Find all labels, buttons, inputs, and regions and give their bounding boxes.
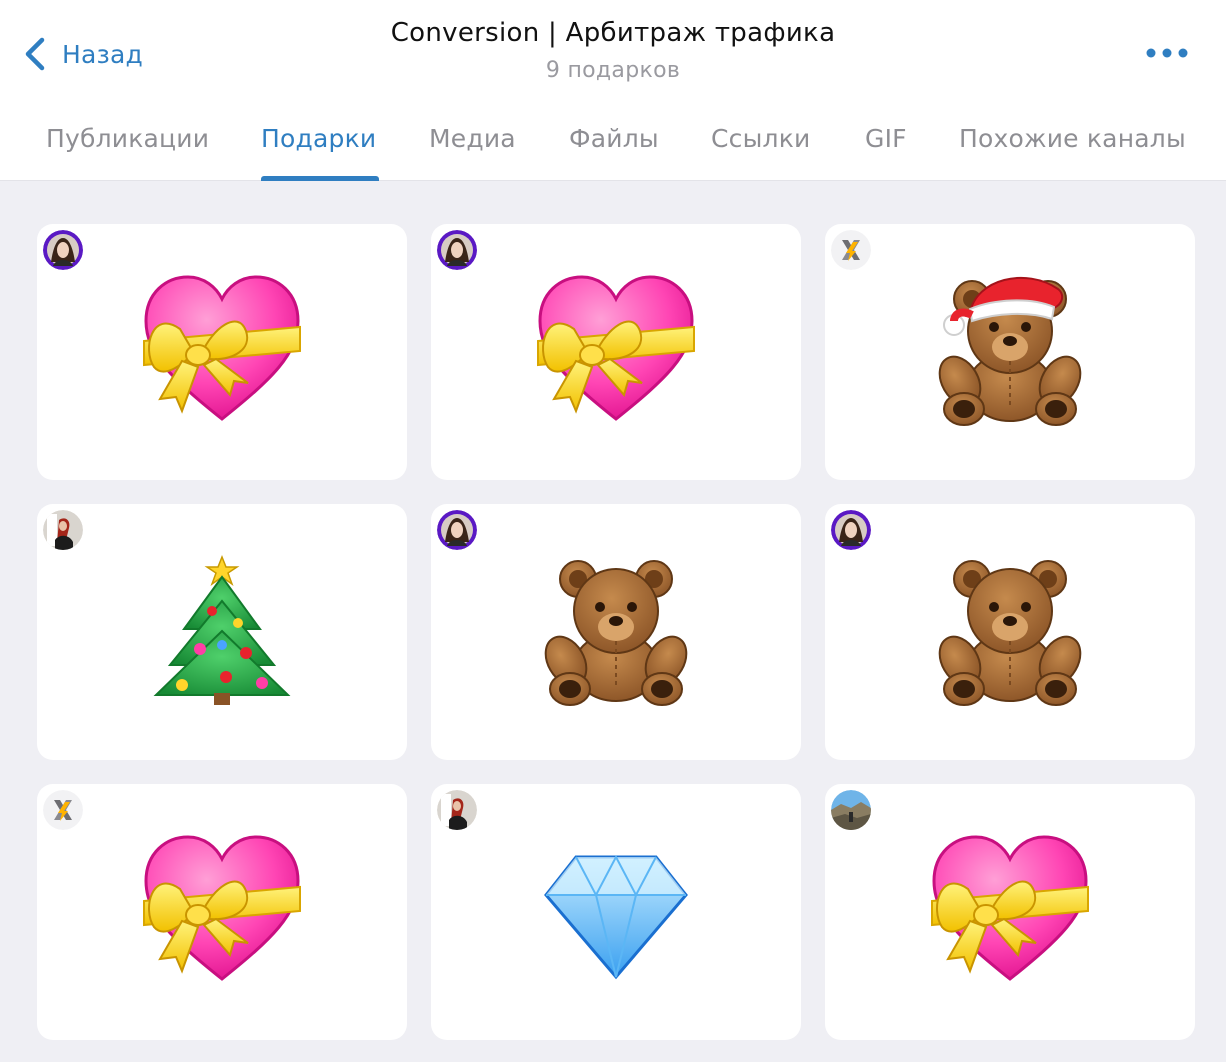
tab-files[interactable]: Файлы xyxy=(569,124,659,153)
gift-count: 9 подарков xyxy=(545,58,681,83)
diamond-icon xyxy=(536,829,696,989)
tab-publications[interactable]: Публикации xyxy=(46,124,209,153)
active-tab-indicator xyxy=(261,176,379,181)
gift-card[interactable] xyxy=(37,224,407,480)
gift-card[interactable] xyxy=(431,504,801,760)
sender-avatar xyxy=(437,510,477,550)
channel-title: Conversion | Арбитраж трафика xyxy=(390,18,836,48)
heart-with-ribbon-icon xyxy=(536,269,696,429)
gift-card[interactable] xyxy=(431,784,801,1040)
tab-similar-channels[interactable]: Похожие каналы xyxy=(959,124,1186,153)
sender-avatar xyxy=(43,790,83,830)
tab-links[interactable]: Ссылки xyxy=(711,124,810,153)
sender-avatar xyxy=(831,790,871,830)
gift-card[interactable] xyxy=(825,504,1195,760)
gift-card[interactable] xyxy=(37,504,407,760)
tab-bar: Публикации Подарки Медиа Файлы Ссылки GI… xyxy=(0,112,1226,181)
more-options-button[interactable] xyxy=(1142,38,1192,68)
heart-with-ribbon-icon xyxy=(930,829,1090,989)
heart-with-ribbon-icon xyxy=(142,269,302,429)
sender-avatar xyxy=(437,230,477,270)
tab-gif[interactable]: GIF xyxy=(865,124,907,153)
heart-with-ribbon-icon xyxy=(142,829,302,989)
sender-avatar xyxy=(43,510,83,550)
sender-avatar xyxy=(831,510,871,550)
gift-card[interactable] xyxy=(825,224,1195,480)
gift-card[interactable] xyxy=(37,784,407,1040)
santa-teddy-bear-icon xyxy=(930,269,1090,429)
gift-card[interactable] xyxy=(431,224,801,480)
sender-avatar xyxy=(831,230,871,270)
gift-card[interactable] xyxy=(825,784,1195,1040)
channel-header: Назад Conversion | Арбитраж трафика 9 по… xyxy=(0,0,1226,181)
ellipsis-icon xyxy=(1146,48,1188,58)
teddy-bear-icon xyxy=(536,549,696,709)
tab-media[interactable]: Медиа xyxy=(429,124,516,153)
christmas-tree-icon xyxy=(142,549,302,709)
tab-gifts[interactable]: Подарки xyxy=(261,124,376,153)
teddy-bear-icon xyxy=(930,549,1090,709)
sender-avatar xyxy=(43,230,83,270)
sender-avatar xyxy=(437,790,477,830)
